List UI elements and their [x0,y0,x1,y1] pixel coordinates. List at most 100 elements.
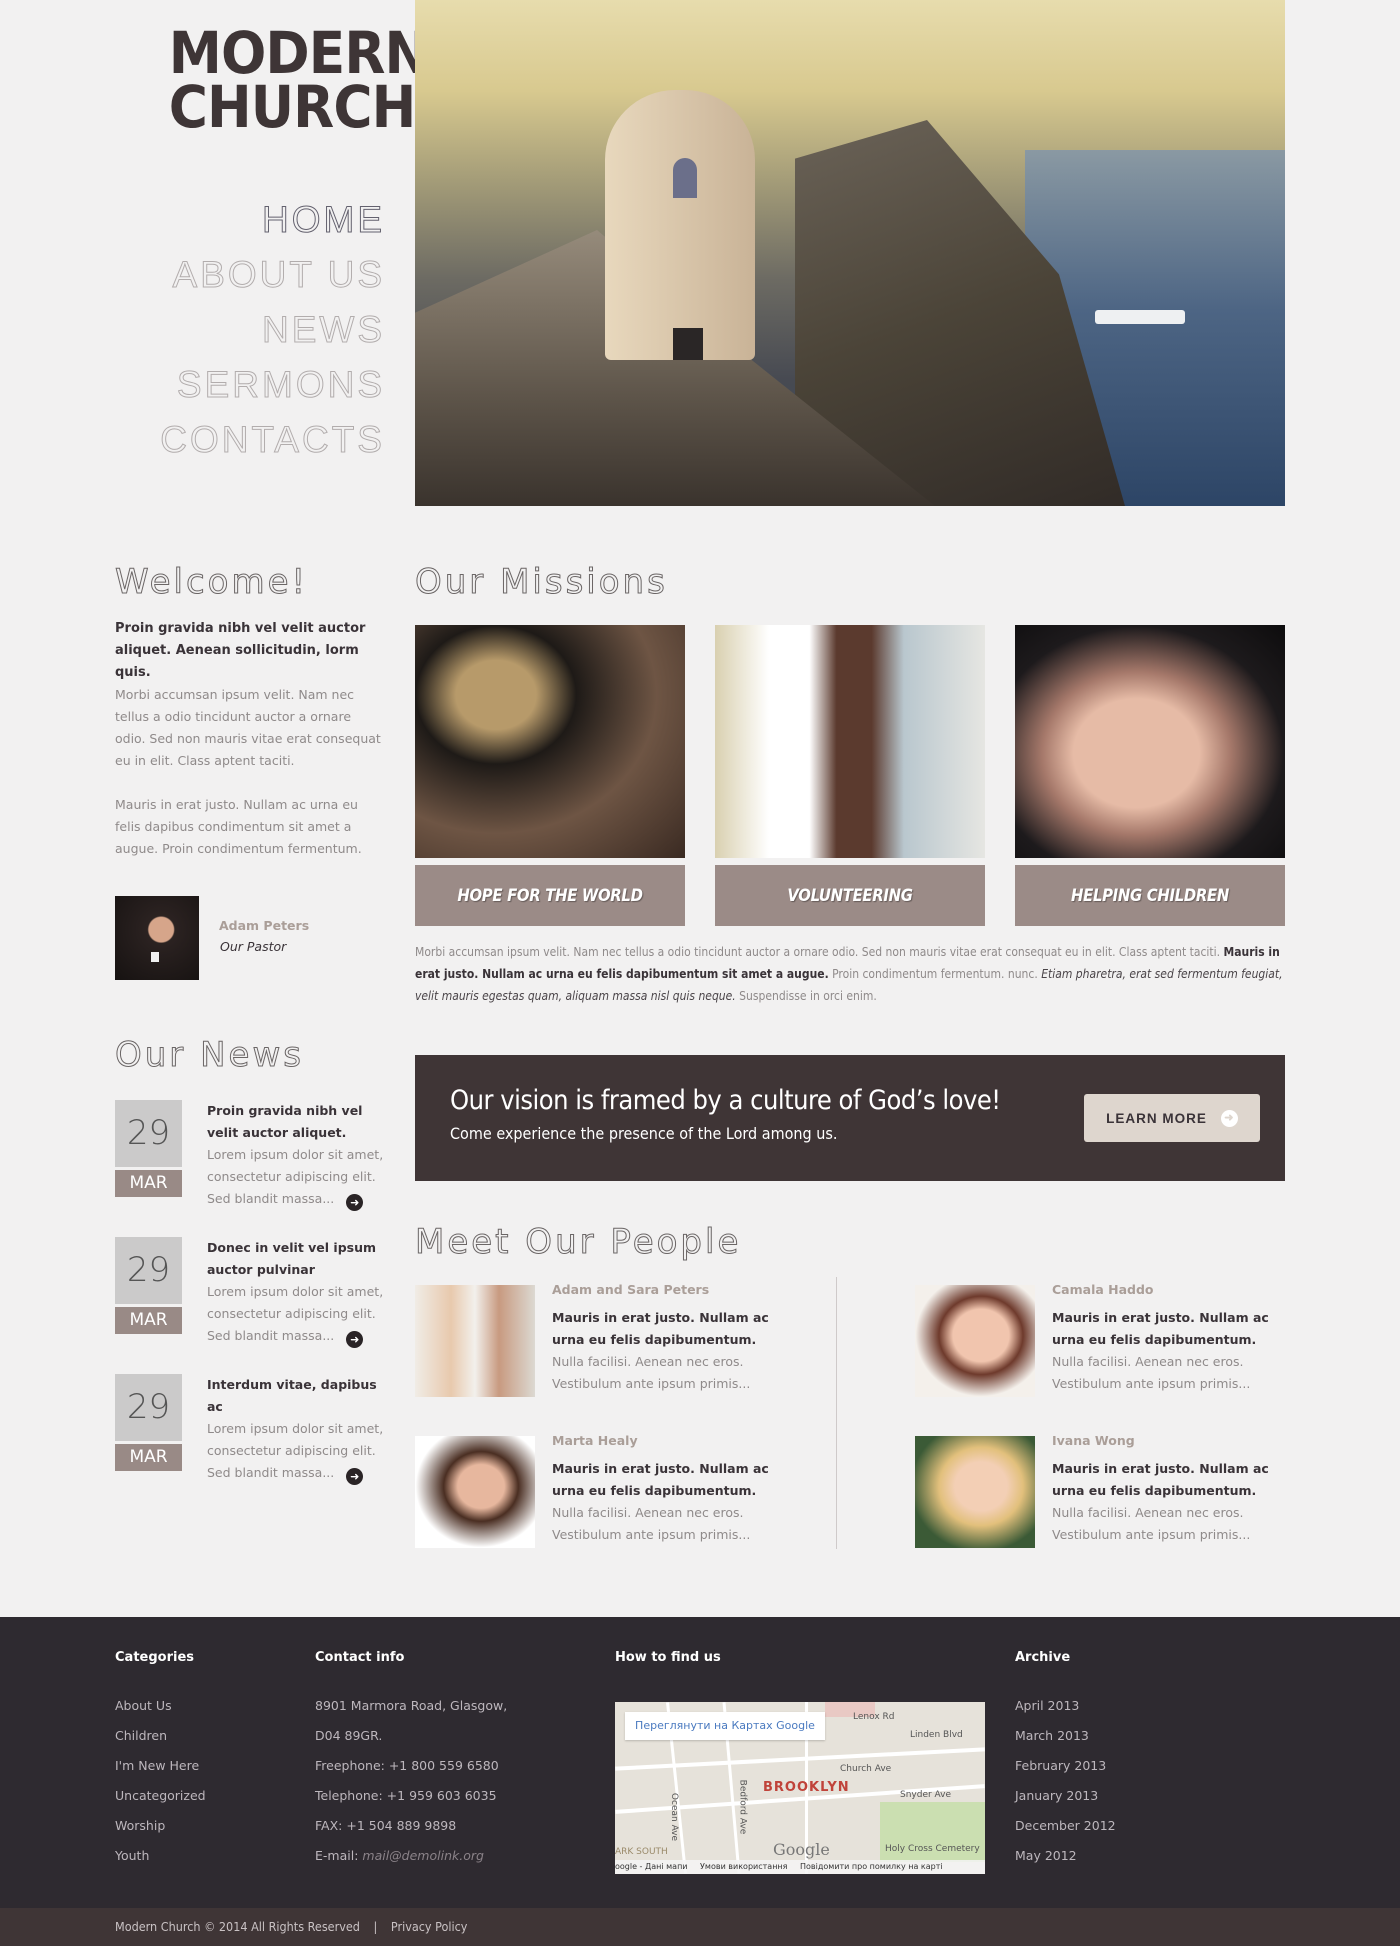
hero-church [605,90,755,360]
person-text: Nulla facilisi. Aenean nec eros. Vestibu… [1052,1505,1251,1542]
map-report-link[interactable]: Повідомити про помилку на карті [800,1862,943,1871]
welcome-heading: Welcome! [114,562,309,603]
news-day: 29 [115,1100,182,1167]
archive-link[interactable]: December 2012 [1015,1811,1116,1841]
contact-freephone: Freephone: +1 800 559 6580 [315,1758,499,1773]
nav-news[interactable]: NEWS [120,302,385,357]
mission-label[interactable]: VOLUNTEERING [715,865,985,926]
nav-home[interactable]: HOME [120,192,385,247]
news-month: MAR [115,1170,182,1197]
footer: Categories About Us Children I'm New Her… [0,1617,1400,1908]
people-divider [836,1277,837,1549]
news-title[interactable]: Interdum vitae, dapibus ac [207,1374,392,1418]
mission-label[interactable]: HELPING CHILDREN [1015,865,1285,926]
arrow-right-circle-icon[interactable]: ➜ [346,1468,364,1485]
privacy-policy-link[interactable]: Privacy Policy [391,1919,468,1934]
news-heading-text: Our News [115,1035,304,1076]
archive-link[interactable]: April 2013 [1015,1691,1116,1721]
missions-description: Morbi accumsan ipsum velit. Nam nec tell… [415,941,1285,1007]
missions-heading-text: Our Missions [415,562,668,603]
missions-text-a: Morbi accumsan ipsum velit. Nam nec tell… [415,945,1224,959]
welcome-heading-text: Welcome! [114,562,309,603]
map-street-label: Linden Blvd [910,1730,963,1740]
archive-link[interactable]: February 2013 [1015,1751,1116,1781]
person-text: Nulla facilisi. Aenean nec eros. Vestibu… [552,1505,751,1542]
news-title[interactable]: Proin gravida nibh vel velit auctor aliq… [207,1100,392,1144]
copyright: Modern Church © 2014 All Rights Reserved [115,1919,360,1934]
footer-heading: Categories [115,1650,195,1665]
map-attribution: oogle - Дані мапи Умови використання Пов… [615,1860,985,1874]
welcome-paragraph-2: Mauris in erat justo. Nullam ac urna eu … [115,797,362,856]
hero-church-window [673,328,703,360]
mission-card-hope[interactable]: HOPE FOR THE WORLD [415,625,685,926]
person-photo[interactable] [915,1436,1035,1548]
news-date: 29 MAR [115,1374,182,1471]
hero-ship [1095,310,1185,324]
map-street-label: Lenox Rd [853,1712,895,1722]
person-name[interactable]: Ivana Wong [1052,1430,1292,1452]
archive-link[interactable]: May 2012 [1015,1841,1116,1871]
welcome-lead: Proin gravida nibh vel velit auctor aliq… [115,621,366,680]
person-photo[interactable] [415,1436,535,1548]
bottom-bar: Modern Church © 2014 All Rights Reserved… [0,1908,1400,1946]
contact-address-1: 8901 Marmora Road, Glasgow, [315,1698,508,1713]
category-link[interactable]: Worship [115,1811,206,1841]
news-day: 29 [115,1374,182,1441]
archive-link[interactable]: January 2013 [1015,1781,1116,1811]
news-month: MAR [115,1444,182,1471]
news-month: MAR [115,1307,182,1334]
news-title[interactable]: Donec in velit vel ipsum auctor pulvinar [207,1237,392,1281]
banner-subtitle: Come experience the presence of the Lord… [450,1124,838,1143]
news-item: 29 MAR Proin gravida nibh vel velit auct… [115,1100,390,1225]
category-link[interactable]: About Us [115,1691,206,1721]
map-terms-link[interactable]: Умови використання [700,1862,787,1871]
mission-image-praying-hands[interactable] [1015,625,1285,858]
person-name[interactable]: Camala Haddo [1052,1279,1292,1301]
person-name[interactable]: Marta Healy [552,1430,792,1452]
mission-image-bible[interactable] [415,625,685,858]
person-text: Nulla facilisi. Aenean nec eros. Vestibu… [552,1354,751,1391]
contact-address-2: D04 89GR. [315,1728,383,1743]
site-logo[interactable]: MODERN CHURCH [169,24,429,136]
category-link[interactable]: I'm New Here [115,1751,206,1781]
google-logo: Google [773,1840,830,1859]
map-area-label: ARK SOUTH [615,1847,668,1857]
category-link[interactable]: Children [115,1721,206,1751]
map-data-link[interactable]: oogle - Дані мапи [615,1862,688,1871]
nav-sermons[interactable]: SERMONS [120,357,385,412]
archive-link[interactable]: March 2013 [1015,1721,1116,1751]
learn-more-button[interactable]: LEARN MORE ➜ [1084,1094,1260,1142]
contact-telephone: Telephone: +1 959 603 6035 [315,1788,497,1803]
pastor-name[interactable]: Adam Peters [219,918,309,933]
person-card: Camala Haddo Mauris in erat justo. Nulla… [915,1282,1295,1400]
separator: | [373,1919,378,1934]
person-photo[interactable] [415,1285,535,1397]
nav-about-us[interactable]: ABOUT US [120,247,385,302]
hero-church-door [673,158,697,198]
person-text: Nulla facilisi. Aenean nec eros. Vestibu… [1052,1354,1251,1391]
view-on-google-maps-button[interactable]: Переглянути на Картах Google [625,1712,825,1740]
person-name[interactable]: Adam and Sara Peters [552,1279,792,1301]
category-link[interactable]: Uncategorized [115,1781,206,1811]
nav-contacts[interactable]: CONTACTS [120,412,385,467]
footer-categories: Categories About Us Children I'm New Her… [115,1650,206,1871]
arrow-right-circle-icon[interactable]: ➜ [346,1331,364,1348]
person-photo[interactable] [915,1285,1035,1397]
news-item: 29 MAR Donec in velit vel ipsum auctor p… [115,1237,390,1362]
mission-card-helping-children[interactable]: HELPING CHILDREN [1015,625,1285,926]
news-date: 29 MAR [115,1237,182,1334]
google-map[interactable]: Переглянути на Картах Google Lenox Rd Li… [615,1702,985,1874]
email-link[interactable]: mail@demolink.org [362,1848,484,1863]
map-street-label: Holy Cross Cemetery [885,1844,980,1854]
mission-image-praying-woman[interactable] [715,625,985,858]
category-link[interactable]: Youth [115,1841,206,1871]
pastor-photo [115,896,199,980]
mission-card-volunteering[interactable]: VOLUNTEERING [715,625,985,926]
arrow-right-circle-icon[interactable]: ➜ [346,1194,364,1211]
map-street-label: Ocean Ave [669,1792,680,1842]
footer-archive: Archive April 2013 March 2013 February 2… [1015,1650,1116,1871]
welcome-paragraph-1: Morbi accumsan ipsum velit. Nam nec tell… [115,687,381,768]
map-street-label: Snyder Ave [900,1790,952,1800]
map-city-label: BROOKLYN [763,1780,850,1795]
mission-label[interactable]: HOPE FOR THE WORLD [415,865,685,926]
